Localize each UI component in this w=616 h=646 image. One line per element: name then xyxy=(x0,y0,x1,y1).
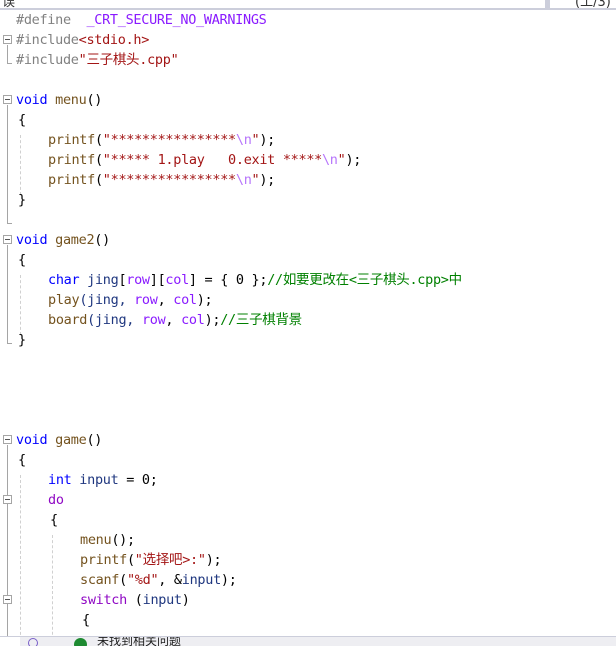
code-line-menu-call: menu(); xyxy=(80,532,135,548)
code-line-2: #include<stdio.h> xyxy=(16,32,150,48)
code-line-1: #define _CRT_SECURE_NO_WARNINGS xyxy=(16,12,267,28)
fold-toggle-game-icon[interactable] xyxy=(3,435,12,444)
code-line-brace: { xyxy=(18,452,26,468)
tab-label-right[interactable]: (工/3) xyxy=(575,0,611,8)
code-line-printf-1: printf("****************\n"); xyxy=(48,132,276,148)
outline-end xyxy=(7,223,12,224)
code-editor[interactable]: #define _CRT_SECURE_NO_WARNINGS #include… xyxy=(0,10,616,636)
fold-toggle-game2-icon[interactable] xyxy=(3,235,12,244)
outline-line xyxy=(7,245,8,343)
code-line-brace: { xyxy=(18,252,26,268)
fold-toggle-include-icon[interactable] xyxy=(3,35,12,44)
code-line-menu-signature: void menu() xyxy=(16,92,103,108)
code-line-printf-2: printf("***** 1.play 0.exit *****\n"); xyxy=(48,152,362,168)
code-line-play-call: play(jing, row, col); xyxy=(48,292,213,308)
indent-guide xyxy=(20,135,21,195)
fold-toggle-do-icon[interactable] xyxy=(3,495,12,504)
code-line-brace: { xyxy=(18,112,26,128)
fold-toggle-menu-icon[interactable] xyxy=(3,95,12,104)
code-line-game-signature: void game() xyxy=(16,432,103,448)
code-line-printf-3: printf("****************\n"); xyxy=(48,172,276,188)
code-line-scanf: scanf("%d", &input); xyxy=(80,572,237,588)
indent-guide xyxy=(52,535,53,636)
code-line-brace: { xyxy=(50,512,58,528)
fold-toggle-switch-icon[interactable] xyxy=(3,595,12,604)
editor-tab-strip: 误 (工/3) xyxy=(0,0,616,10)
code-line-char-decl: char jing[row][col] = { 0 };//如要更改在<三子棋头… xyxy=(48,272,462,288)
indent-guide xyxy=(20,275,21,335)
outline-line xyxy=(7,445,8,636)
code-line-board-call: board(jing, row, col);//三子棋背景 xyxy=(48,312,302,328)
code-line-int-decl: int input = 0; xyxy=(48,472,158,488)
code-line-brace: } xyxy=(18,192,26,208)
code-line-game2-signature: void game2() xyxy=(16,232,110,248)
code-line-switch: switch (input) xyxy=(80,592,190,608)
code-line-brace: { xyxy=(82,612,90,628)
outline-end xyxy=(7,343,12,344)
code-line-3: #include"三子棋头.cpp" xyxy=(16,52,179,68)
outline-line xyxy=(7,45,8,63)
tab-divider xyxy=(545,0,550,8)
code-line-printf-prompt: printf("选择吧>:"); xyxy=(80,552,222,568)
tab-label-left[interactable]: 误 xyxy=(2,0,15,8)
outline-end xyxy=(7,63,12,64)
code-line-brace: } xyxy=(18,332,26,348)
outline-line xyxy=(7,105,8,223)
code-line-do: do xyxy=(48,492,64,508)
indent-guide xyxy=(20,475,21,636)
